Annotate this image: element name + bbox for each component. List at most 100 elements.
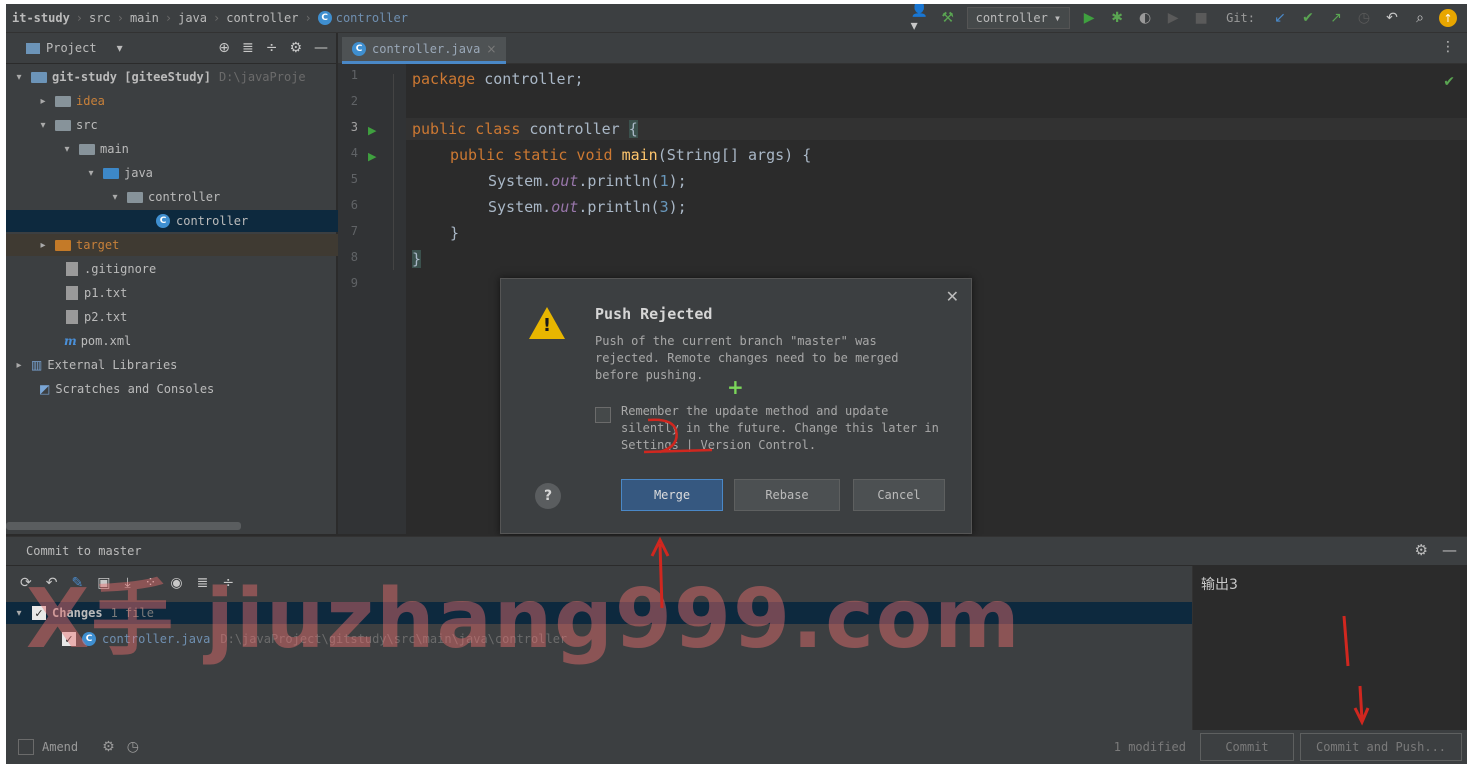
cancel-button[interactable]: Cancel [853,479,945,511]
tree-item-main[interactable]: ▾ main [6,138,390,160]
tree-item-p1[interactable]: p1.txt [6,282,392,304]
line-number: 9 [350,276,358,290]
profile-icon[interactable]: ▶ [1164,9,1182,27]
run-class-gutter-icon[interactable]: ▶ [368,124,376,137]
rollback-icon[interactable]: ↶ [1383,9,1401,27]
run-main-gutter-icon[interactable]: ▶ [368,150,376,163]
amend-checkbox[interactable] [18,739,34,755]
amend-label[interactable]: Amend [42,740,78,754]
coverage-icon[interactable]: ◐ [1136,9,1154,27]
collapse-all-icon[interactable]: ÷ [222,575,234,591]
close-icon[interactable]: ✕ [946,287,959,306]
more-options-icon[interactable]: ⋮ [1441,39,1455,55]
edit-source-icon[interactable]: ✎ [71,575,83,591]
tree-item-project-root[interactable]: ▾ git-study [giteeStudy] D:\javaProje [6,66,342,88]
gear-icon[interactable]: ⚙ [289,40,302,56]
maven-icon: m [64,334,77,348]
breadcrumb-separator: › [213,11,221,25]
update-download-icon[interactable]: ⤓ [124,575,130,591]
breadcrumb-java[interactable]: java [172,11,213,25]
changes-group-row[interactable]: ▾ ✓ Changes 1 file [6,602,1198,624]
refresh-icon[interactable]: ⟳ [20,575,32,591]
chevron-down-icon: ▾ [112,191,118,203]
locate-target-icon[interactable]: ⊕ [218,40,230,56]
rollback-icon[interactable]: ↶ [46,575,58,591]
chevron-down-icon: ▾ [116,41,123,55]
editor-tab-bar: C controller.java × ⋮ [338,33,1467,64]
file-checkbox[interactable]: ✓ [62,632,76,646]
update-available-icon[interactable]: ↑ [1439,9,1457,27]
changed-file-row[interactable]: ✓ C controller.java D:\javaProject\gitst… [6,628,1242,650]
clock-history-icon[interactable]: ◷ [127,739,139,755]
tree-item-external-libraries[interactable]: ▸ ▥ External Libraries [6,354,342,376]
tree-item-idea[interactable]: ▸ idea [6,90,366,112]
expand-all-icon[interactable]: ≣ [197,575,209,591]
commit-message-area[interactable]: 输出3 [1192,566,1467,730]
rebase-button[interactable]: Rebase [734,479,840,511]
search-icon[interactable]: ⌕ [1411,9,1429,27]
tree-item-target[interactable]: ▸ target [6,234,366,256]
chevron-down-icon: ▾ [88,167,94,179]
commit-toolbar: ⟳ ↶ ✎ ▣ ⤓ ⁘ ◉ ≣ ÷ [6,566,1192,600]
run-icon[interactable]: ▶ [1080,9,1098,27]
user-icon[interactable]: 👤▾ [911,4,929,34]
minimize-icon[interactable]: — [1442,541,1457,559]
breadcrumb-package[interactable]: controller [220,11,304,25]
tree-item-pom[interactable]: m pom.xml [6,330,390,352]
changes-checkbox[interactable]: ✓ [32,606,46,620]
breadcrumb-class[interactable]: Ccontroller [312,11,414,25]
run-configuration-select[interactable]: controller ▾ [966,7,1071,29]
tree-item-gitignore[interactable]: .gitignore [6,258,392,280]
code-number: 3 [659,198,669,216]
tree-item-label: pom.xml [80,334,132,348]
eye-icon[interactable]: ◉ [170,575,182,591]
breadcrumb-project[interactable]: it-study [6,11,76,25]
tab-controller-java[interactable]: C controller.java × [342,37,507,64]
code-brace: } [450,224,460,242]
horizontal-scrollbar[interactable] [6,522,241,530]
build-hammer-icon[interactable]: ⚒ [939,9,957,27]
tree-item-label: Scratches and Consoles [55,382,215,396]
inspection-ok-icon[interactable]: ✔ [1443,74,1455,90]
git-push-icon[interactable]: ↗ [1327,9,1345,27]
git-commit-icon[interactable]: ✔ [1299,9,1317,27]
breadcrumb-src[interactable]: src [83,11,117,25]
expand-all-icon[interactable]: ≣ [242,40,254,56]
close-icon[interactable]: × [486,42,496,56]
gear-icon[interactable]: ⚙ [1415,541,1428,559]
breadcrumb-main[interactable]: main [124,11,165,25]
minimize-icon[interactable]: — [314,40,328,56]
changed-file-name: controller.java [102,632,211,646]
breadcrumb-separator: › [164,11,173,25]
ide-window: it-study › src › main › java › controlle… [6,4,1467,764]
merge-button[interactable]: Merge [621,479,723,511]
help-button[interactable]: ? [535,483,561,509]
debug-bug-icon[interactable]: ✱ [1108,9,1126,27]
changes-label: Changes [52,606,103,620]
line-number: 6 [350,198,358,212]
remember-checkbox-label[interactable]: Remember the update method and update si… [621,403,941,454]
code-text: controller [520,120,629,138]
navigation-bar: it-study › src › main › java › controlle… [6,4,1467,34]
commit-button[interactable]: Commit [1200,733,1294,761]
gear-icon[interactable]: ⚙ [102,739,115,755]
breadcrumb-separator: › [304,11,312,25]
breadcrumb-class-label: controller [335,11,408,25]
commit-and-push-button[interactable]: Commit and Push... [1300,733,1462,761]
code-line-7: } [412,222,459,244]
project-view-selector[interactable]: Project ▾ [26,41,123,55]
code-text: ); [668,172,687,190]
stop-icon[interactable]: ■ [1192,9,1210,27]
tree-item-src[interactable]: ▾ src [6,114,366,136]
git-update-icon[interactable]: ↙ [1271,9,1289,27]
show-diff-icon[interactable]: ▣ [97,575,110,591]
remember-checkbox[interactable] [595,407,611,423]
collapse-all-icon[interactable]: ÷ [266,40,278,56]
tree-item-p2[interactable]: p2.txt [6,306,392,328]
group-by-icon[interactable]: ⁘ [145,575,157,591]
git-history-icon[interactable]: ◷ [1355,9,1373,27]
tree-item-scratches[interactable]: ◩ Scratches and Consoles [6,378,364,400]
line-number: 3 [350,120,358,134]
class-icon: C [156,214,170,228]
chevron-down-icon: ▾ [16,71,22,83]
